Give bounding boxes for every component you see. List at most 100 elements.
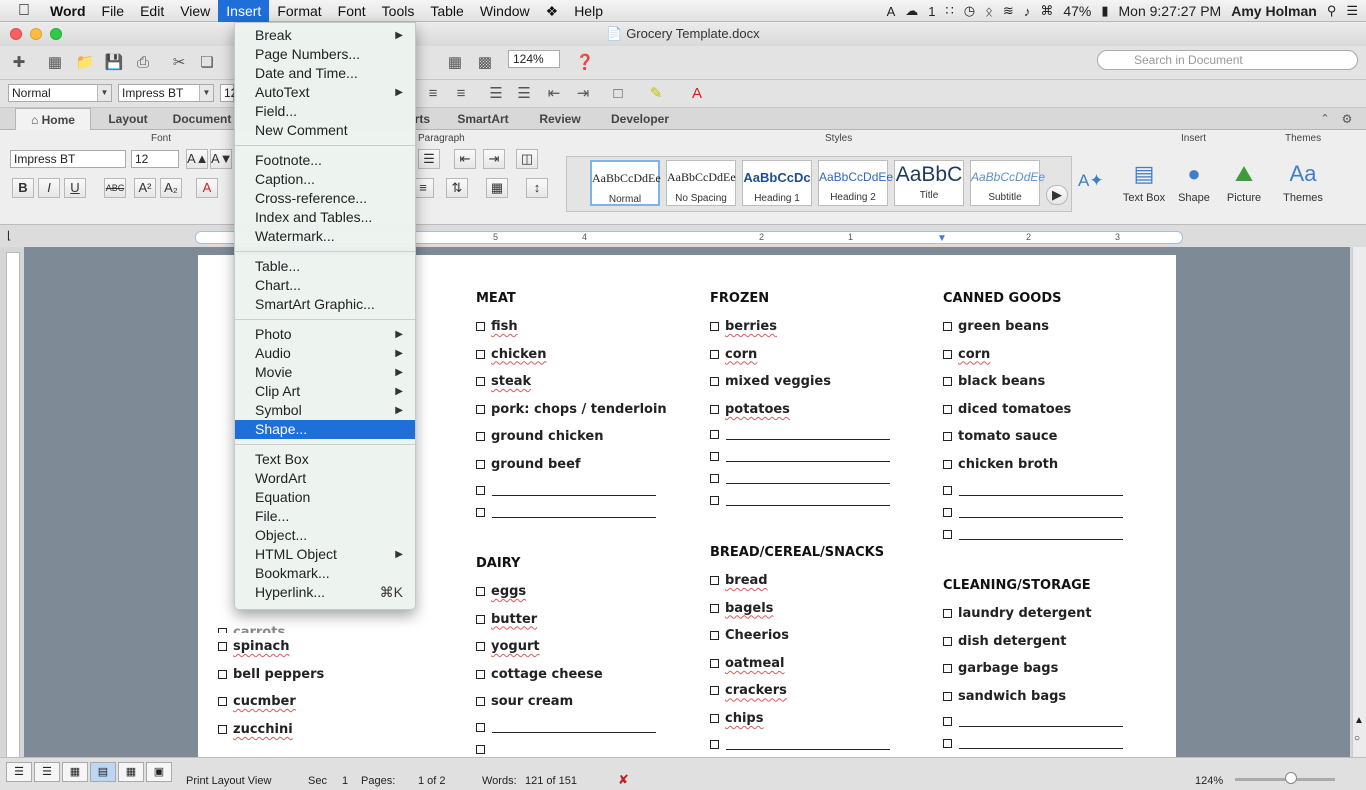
style-title[interactable]: AaBbC Title	[894, 160, 964, 206]
justify-icon[interactable]: ≡	[450, 83, 472, 105]
tab-document-elements[interactable]: Document Elements	[170, 108, 234, 130]
print-icon[interactable]: ⎙	[132, 52, 154, 74]
themes-button[interactable]: Aa Themes	[1282, 160, 1324, 204]
menu-format[interactable]: Format	[269, 0, 329, 22]
indent-icon[interactable]: ⇥	[483, 149, 505, 169]
close-window-button[interactable]	[10, 28, 22, 40]
menu-item-bookmark[interactable]: Bookmark...	[235, 564, 415, 583]
grid-icon[interactable]: ∷	[945, 3, 953, 19]
minimize-window-button[interactable]	[30, 28, 42, 40]
list-item[interactable]: eggs	[476, 578, 656, 606]
gallery-icon[interactable]: ▩	[474, 52, 496, 74]
list-item[interactable]: garbage bags	[943, 655, 1123, 683]
help-icon[interactable]: ❓	[574, 52, 596, 74]
menu-item-equation[interactable]: Equation	[235, 488, 415, 507]
styles-next-icon[interactable]: ▶	[1046, 185, 1068, 205]
tab-review[interactable]: Review	[528, 108, 592, 130]
ribbon-font-select[interactable]: Impress BT	[10, 150, 126, 168]
tab-stop-icon[interactable]: ⌊	[7, 229, 11, 242]
indent-marker-icon[interactable]: ▼	[937, 233, 947, 244]
list-item[interactable]: cottage cheese	[476, 661, 656, 689]
list-item[interactable]: diced tomatoes	[943, 396, 1123, 424]
tab-home[interactable]: ⌂ Home	[15, 108, 91, 130]
battery-icon[interactable]: ▮	[1101, 3, 1108, 19]
style-no-spacing[interactable]: AaBbCcDdEe No Spacing	[666, 160, 736, 206]
tab-developer[interactable]: Developer	[604, 108, 676, 130]
draft-view-icon[interactable]: ☰	[6, 762, 32, 782]
list-item[interactable]: pork: chops / tenderloin	[476, 396, 667, 424]
menu-item-footnote[interactable]: Footnote...	[235, 151, 415, 170]
bluetooth-icon[interactable]: ᛟ	[985, 4, 993, 19]
menu-item-movie[interactable]: Movie ▶	[235, 363, 415, 382]
tab-layout[interactable]: Layout	[94, 108, 162, 130]
blank-item[interactable]	[943, 479, 1123, 501]
table-view-icon[interactable]: ▦	[444, 52, 466, 74]
list-item[interactable]: crackers	[710, 677, 900, 705]
list-item[interactable]: fish	[476, 313, 656, 341]
list-item[interactable]: yogurt	[476, 633, 656, 661]
insert-shape-button[interactable]: ● Shape	[1172, 160, 1216, 204]
list-item[interactable]: potatoes	[710, 396, 890, 424]
menu-item-hyperlink[interactable]: Hyperlink... ⌘K	[235, 583, 415, 602]
multilevel-list-icon[interactable]: ☰	[418, 149, 440, 169]
spotlight-icon[interactable]: ⚲	[1327, 3, 1337, 19]
font-color-icon[interactable]: A	[686, 83, 708, 105]
new-document-icon[interactable]: ✚	[8, 52, 30, 74]
text-styles-icon[interactable]: A✦	[1078, 170, 1104, 192]
list-item[interactable]: sour cream	[476, 688, 656, 716]
blank-item[interactable]	[710, 445, 890, 467]
bulleted-list-icon[interactable]: ☰	[513, 83, 535, 105]
menu-item-shape[interactable]: Shape...	[235, 420, 415, 439]
open-icon[interactable]: 📁	[74, 52, 96, 74]
menu-item-text-box[interactable]: Text Box	[235, 450, 415, 469]
search-input[interactable]: Search in Document	[1097, 50, 1358, 70]
list-item[interactable]: corn	[710, 341, 890, 369]
style-select[interactable]: Normal ▼	[8, 84, 112, 102]
publishing-view-icon[interactable]: ▦	[62, 762, 88, 782]
list-item[interactable]: chicken broth	[943, 451, 1123, 479]
menu-item-object[interactable]: Object...	[235, 526, 415, 545]
cut-icon[interactable]: ✂	[168, 52, 190, 74]
spelling-error-icon[interactable]: ✘	[618, 772, 629, 788]
app-menu[interactable]: Word	[42, 0, 94, 22]
menu-view[interactable]: View	[172, 0, 218, 22]
save-icon[interactable]: 💾	[103, 52, 125, 74]
tab-charts[interactable]: Charts	[416, 108, 430, 130]
list-item[interactable]: bagels	[710, 595, 900, 623]
decrease-indent-icon[interactable]: ⇤	[543, 83, 565, 105]
style-heading-1[interactable]: AaBbCcDc Heading 1	[742, 160, 812, 206]
blank-item[interactable]	[943, 732, 1123, 754]
menu-item-watermark[interactable]: Watermark...	[235, 227, 415, 246]
subscript-button[interactable]: A₂	[160, 178, 182, 198]
menu-item-chart[interactable]: Chart...	[235, 276, 415, 295]
list-item[interactable]: sandwich bags	[943, 683, 1123, 711]
list-item[interactable]: spinach	[218, 633, 418, 661]
clock[interactable]: Mon 9:27:27 PM	[1119, 3, 1222, 19]
battery-percent[interactable]: 47%	[1063, 3, 1091, 19]
style-subtitle[interactable]: AaBbCcDdEe Subtitle	[970, 160, 1045, 206]
grow-font-icon[interactable]: A▲	[186, 149, 209, 169]
adobe-icon[interactable]: A	[887, 4, 896, 19]
cloud-sync-icon[interactable]: ☁	[905, 3, 918, 19]
insert-text-box-button[interactable]: ▤ Text Box	[1120, 160, 1168, 204]
menu-font[interactable]: Font	[330, 0, 374, 22]
focus-view-icon[interactable]: ▣	[146, 762, 172, 782]
numbered-list-icon[interactable]: ☰	[485, 83, 507, 105]
list-item[interactable]: bell peppers	[218, 661, 418, 689]
list-item[interactable]: mixed veggies	[710, 368, 890, 396]
menu-item-html-object[interactable]: HTML Object ▶	[235, 545, 415, 564]
menu-item-page-numbers[interactable]: Page Numbers...	[235, 45, 415, 64]
scroll-up-icon[interactable]: ▲	[1354, 715, 1364, 726]
copy-icon[interactable]: ❏	[196, 52, 218, 74]
blank-item[interactable]	[710, 423, 890, 445]
menu-item-smartart-graphic[interactable]: SmartArt Graphic...	[235, 295, 415, 314]
blank-item[interactable]	[710, 467, 890, 489]
italic-button[interactable]: I	[38, 178, 60, 198]
columns-icon[interactable]: ◫	[516, 149, 538, 169]
blank-item[interactable]	[476, 716, 656, 738]
list-item[interactable]: cucmber	[218, 688, 418, 716]
shrink-font-icon[interactable]: A▼	[210, 149, 233, 169]
list-item[interactable]: butter	[476, 606, 656, 634]
highlight-icon[interactable]: ✎	[645, 83, 667, 105]
menu-item-table[interactable]: Table...	[235, 257, 415, 276]
